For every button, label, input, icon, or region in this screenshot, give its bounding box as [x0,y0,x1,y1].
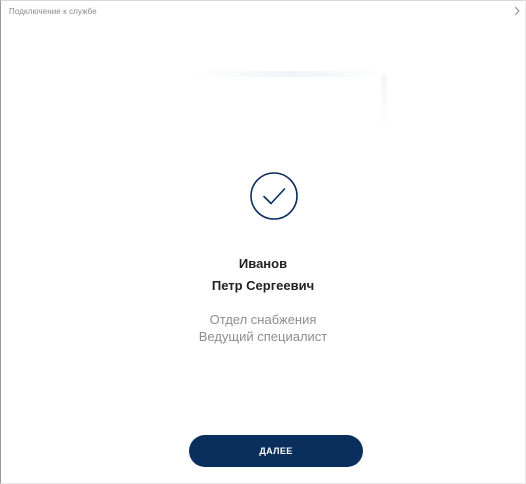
checkmark-circle-icon [250,172,298,220]
dialog-window: Подключение к службе Иванов Петр Сергеев… [0,0,526,484]
close-chevron-button[interactable] [511,4,523,18]
user-name-block: Иванов Петр Сергеевич [1,255,525,295]
user-surname: Иванов [238,256,288,271]
chevron-right-icon [514,6,520,16]
user-position: Ведущий специалист [198,329,328,344]
window-title: Подключение к службе [9,7,97,16]
next-button[interactable]: ДАЛЕЕ [189,435,363,467]
title-bar: Подключение к службе [1,1,525,23]
user-info-block: Отдел снабжения Ведущий специалист [1,311,525,345]
user-given-names: Петр Сергеевич [211,278,315,293]
faint-background-band-vertical [381,75,387,135]
user-department: Отдел снабжения [209,312,317,327]
faint-background-band [191,71,391,77]
